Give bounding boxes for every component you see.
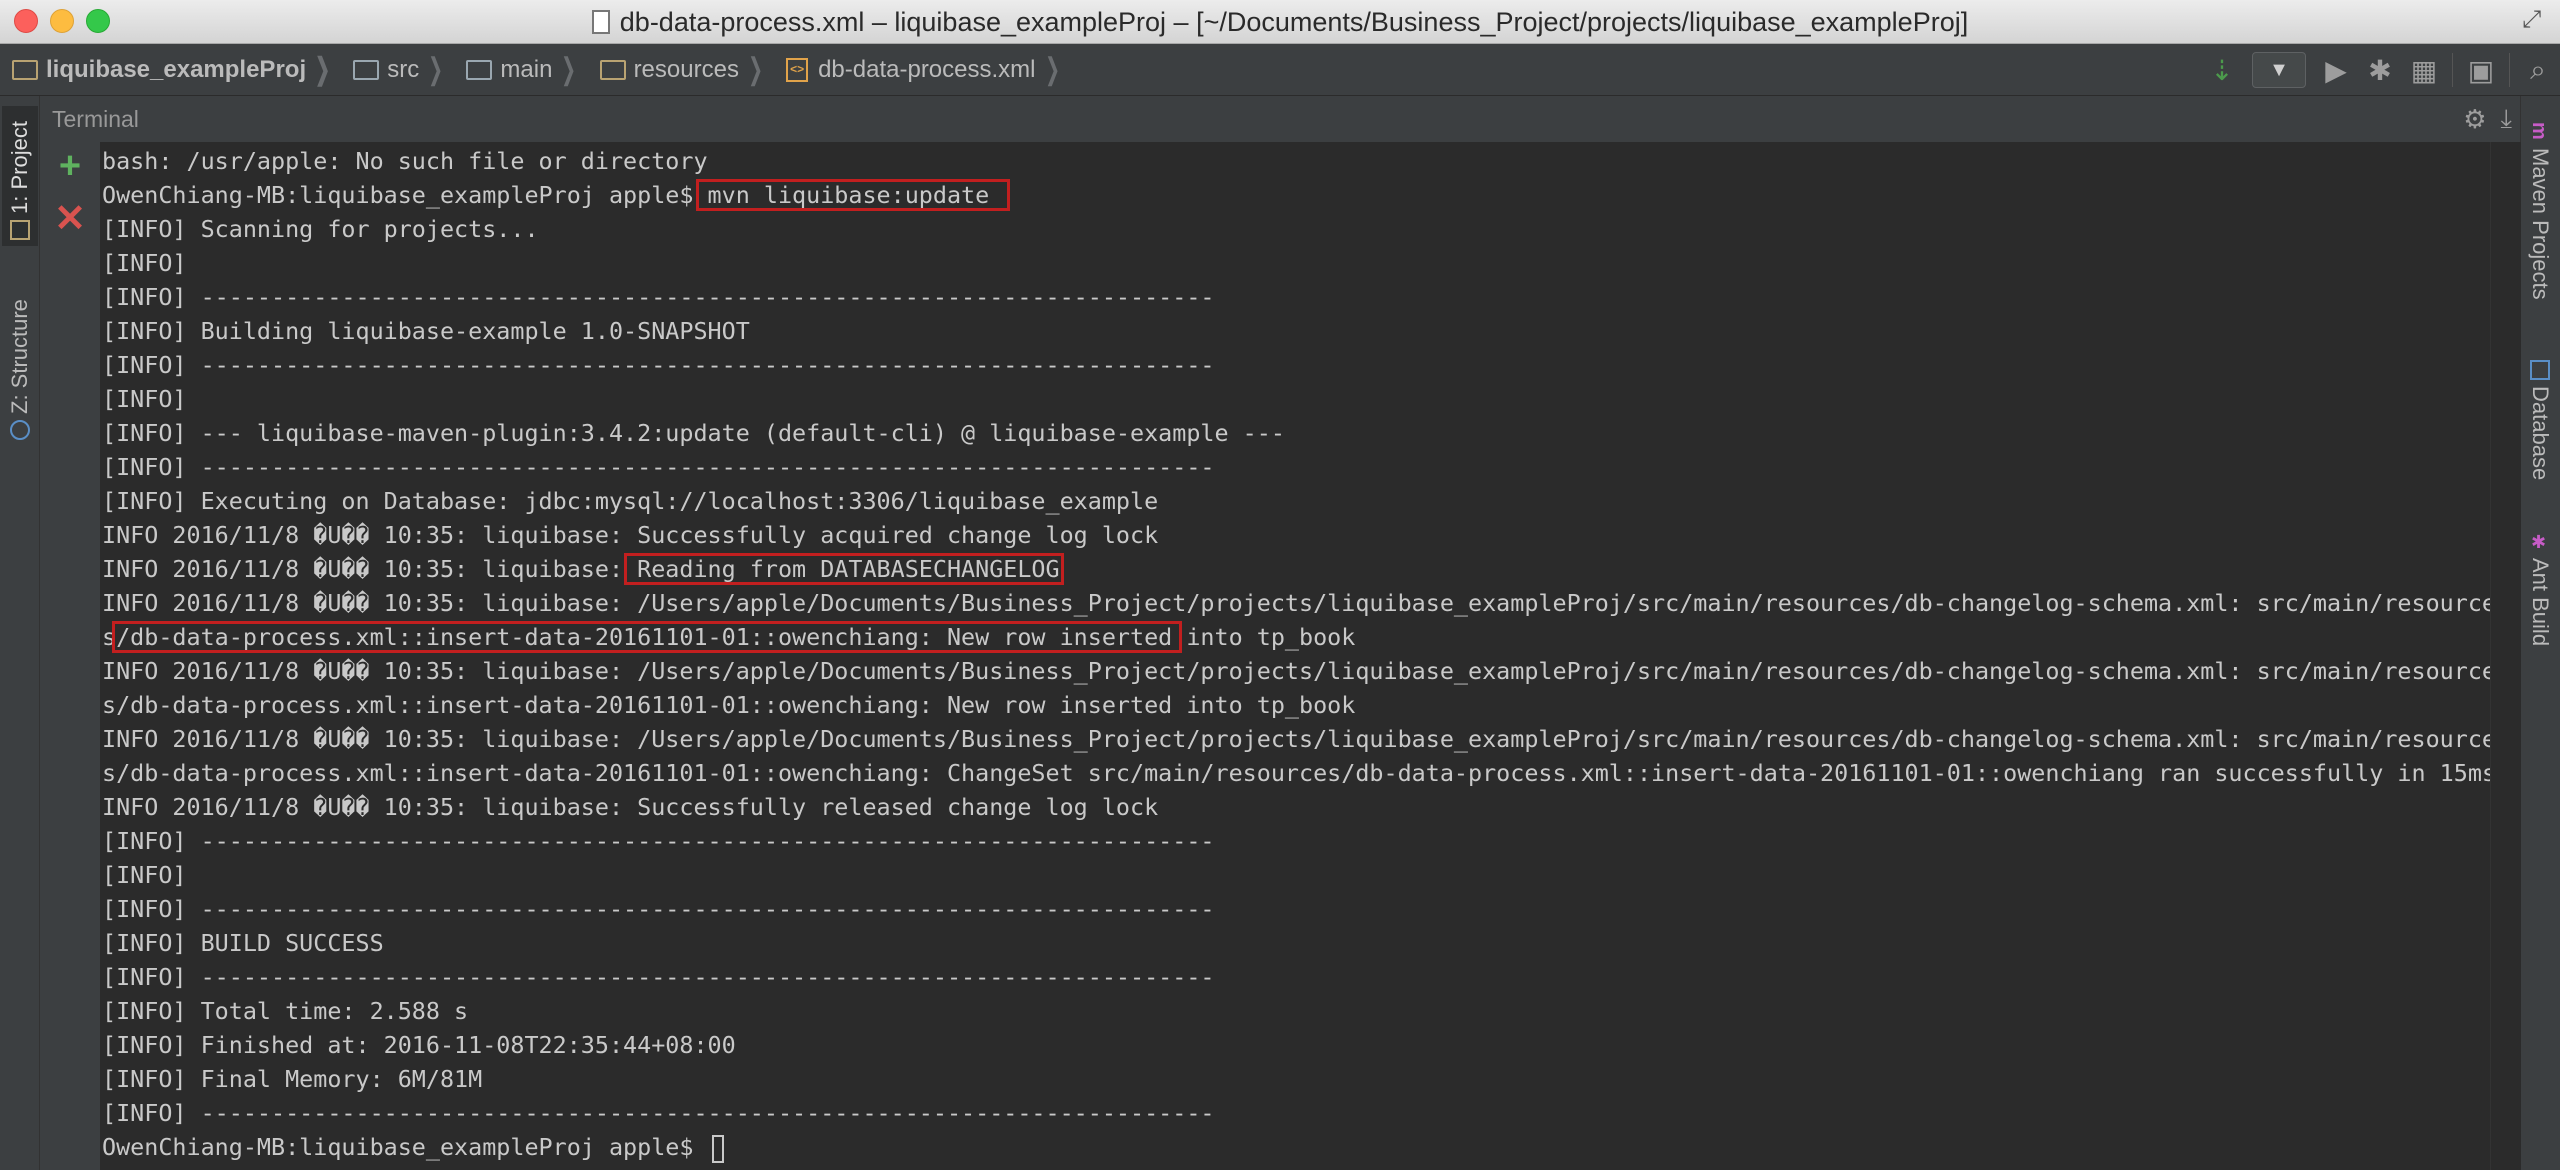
chevron-down-icon: ▼ <box>2269 58 2289 81</box>
close-session-button[interactable]: ✕ <box>50 197 90 240</box>
terminal-line: [INFO] ---------------------------------… <box>102 453 1215 481</box>
right-tool-stripe: m Maven Projects Database ✱ Ant Build <box>2520 96 2560 1170</box>
terminal-line: [INFO] Building liquibase-example 1.0-SN… <box>102 317 750 345</box>
breadcrumb-main[interactable]: main ❯ <box>454 44 587 96</box>
terminal-line: [INFO] --- liquibase-maven-plugin:3.4.2:… <box>102 419 1285 447</box>
chevron-right-icon: ❯ <box>315 53 331 86</box>
terminal-line: [INFO] <box>102 249 187 277</box>
fullscreen-icon[interactable]: ⤢ <box>2522 6 2550 34</box>
window-title-wrap: db-data-process.xml – liquibase_exampleP… <box>0 0 2560 44</box>
breadcrumb-src[interactable]: src ❯ <box>341 44 454 96</box>
tab-project-label: 1: Project <box>7 121 32 214</box>
resources-folder-icon <box>599 59 626 80</box>
tab-database-label: Database <box>2528 386 2553 481</box>
plus-icon: + <box>58 144 82 187</box>
xml-file-icon: <> <box>786 57 809 82</box>
terminal-line: [INFO] ---------------------------------… <box>102 963 1215 991</box>
breadcrumb-label: src <box>387 55 420 83</box>
folder-icon <box>353 59 380 80</box>
terminal-title: Terminal <box>52 106 139 132</box>
terminal-line: [INFO] ---------------------------------… <box>102 827 1215 855</box>
highlight-box-reading <box>624 553 1064 585</box>
terminal-line: [INFO] ---------------------------------… <box>102 895 1215 923</box>
terminal-line: [INFO] Total time: 2.588 s <box>102 997 469 1025</box>
chevron-right-icon: ❯ <box>747 53 764 86</box>
breadcrumb-label: db-data-process.xml <box>818 55 1036 83</box>
tab-maven-projects[interactable]: m Maven Projects <box>2522 116 2558 316</box>
highlight-box-inserted <box>112 621 1182 653</box>
database-icon <box>2530 360 2550 380</box>
tab-database[interactable]: Database <box>2522 354 2558 504</box>
terminal-line: s/db-data-process.xml::insert-data-20161… <box>102 691 1356 719</box>
terminal-line: [INFO] ---------------------------------… <box>102 1099 1215 1127</box>
terminal-line: s/db-data-process.xml::insert-data-20161… <box>102 759 2490 787</box>
window-title: db-data-process.xml – liquibase_exampleP… <box>619 6 1969 37</box>
maven-icon: m <box>2528 122 2550 140</box>
breadcrumb-file[interactable]: <> db-data-process.xml ❯ <box>774 44 1071 96</box>
breadcrumb-resources[interactable]: resources ❯ <box>588 44 775 96</box>
close-icon: ✕ <box>54 197 86 240</box>
folder-icon <box>466 59 493 80</box>
structure-icon <box>10 420 30 440</box>
prompt-text: OwenChiang-MB:liquibase_exampleProj appl… <box>102 1133 708 1161</box>
make-project-icon[interactable]: ⇣ <box>2200 48 2244 92</box>
breadcrumb-project[interactable]: liquibase_exampleProj ❯ <box>0 44 341 96</box>
terminal-line: [INFO] <box>102 861 187 889</box>
hide-panel-icon[interactable]: ⤓ <box>2501 103 2513 135</box>
terminal-line: INFO 2016/11/8 �U�� 10:35: liquibase: /U… <box>102 589 2490 617</box>
search-icon[interactable]: ⌕ <box>2516 48 2560 92</box>
terminal-header-tools: ⚙ ⤓ <box>2463 96 2512 142</box>
tab-ant-label: Ant Build <box>2528 558 2553 647</box>
terminal-line: [INFO] <box>102 385 187 413</box>
toolbar-separator <box>2452 53 2453 87</box>
terminal-line: INFO 2016/11/8 �U�� 10:35: liquibase: /U… <box>102 725 2490 753</box>
chevron-right-icon: ❯ <box>1044 53 1060 86</box>
terminal-line: INFO 2016/11/8 �U�� 10:35: liquibase: Su… <box>102 793 1159 821</box>
toolbar-right: ⇣ ▼ ▶ ✱ ▦ ▣ ⌕ <box>2200 44 2560 96</box>
project-folder-icon <box>12 59 38 80</box>
breadcrumb-label: main <box>500 55 553 83</box>
text-cursor <box>711 1134 724 1163</box>
coverage-icon[interactable]: ▦ <box>2402 48 2446 92</box>
tab-maven-label: Maven Projects <box>2528 148 2553 300</box>
terminal-line: INFO 2016/11/8 �U�� 10:35: liquibase: /U… <box>102 657 2490 685</box>
terminal-prompt-line[interactable]: OwenChiang-MB:liquibase_exampleProj appl… <box>102 1130 724 1164</box>
terminal-line: [INFO] Finished at: 2016-11-08T22:35:44+… <box>102 1031 736 1059</box>
breadcrumb-label: liquibase_exampleProj <box>46 55 307 83</box>
project-structure-icon[interactable]: ▣ <box>2459 48 2503 92</box>
highlight-box-command <box>696 179 1010 211</box>
left-tool-stripe: 1: Project Z: Structure <box>0 96 40 1170</box>
tab-structure-label: Z: Structure <box>7 299 32 414</box>
terminal-line: [INFO] ---------------------------------… <box>102 283 1215 311</box>
terminal-side-toolbar: + ✕ <box>40 142 100 1170</box>
chevron-right-icon: ❯ <box>561 53 577 86</box>
run-icon[interactable]: ▶ <box>2314 48 2358 92</box>
tab-ant-build[interactable]: ✱ Ant Build <box>2522 526 2558 676</box>
project-icon <box>10 220 30 240</box>
terminal-line: bash: /usr/apple: No such file or direct… <box>102 147 708 175</box>
terminal-line: [INFO] Executing on Database: jdbc:mysql… <box>102 487 1159 515</box>
terminal-header: Terminal ⚙ ⤓ <box>40 96 2520 142</box>
terminal-scrollbar[interactable] <box>2490 142 2521 1170</box>
breadcrumb-label: resources <box>633 55 739 83</box>
tab-project[interactable]: 1: Project <box>2 106 38 246</box>
terminal-line: [INFO] Final Memory: 6M/81M <box>102 1065 483 1093</box>
ant-icon: ✱ <box>2529 532 2549 553</box>
terminal-line: [INFO] BUILD SUCCESS <box>102 929 384 957</box>
chevron-right-icon: ❯ <box>428 53 444 86</box>
gear-icon[interactable]: ⚙ <box>2463 104 2486 135</box>
window-title-bar: db-data-process.xml – liquibase_exampleP… <box>0 0 2560 44</box>
tab-structure[interactable]: Z: Structure <box>2 276 38 446</box>
toolbar-separator <box>2509 53 2510 87</box>
run-configuration-dropdown[interactable]: ▼ <box>2252 52 2306 88</box>
document-icon <box>591 10 610 34</box>
navigation-bar: liquibase_exampleProj ❯ src ❯ main ❯ res… <box>0 44 2560 96</box>
debug-icon[interactable]: ✱ <box>2358 48 2402 92</box>
terminal-output[interactable]: bash: /usr/apple: No such file or direct… <box>100 142 2490 1170</box>
new-session-button[interactable]: + <box>50 144 90 187</box>
terminal-line: INFO 2016/11/8 �U�� 10:35: liquibase: Su… <box>102 521 1159 549</box>
terminal-line: [INFO] ---------------------------------… <box>102 351 1215 379</box>
terminal-line: [INFO] Scanning for projects... <box>102 215 539 243</box>
